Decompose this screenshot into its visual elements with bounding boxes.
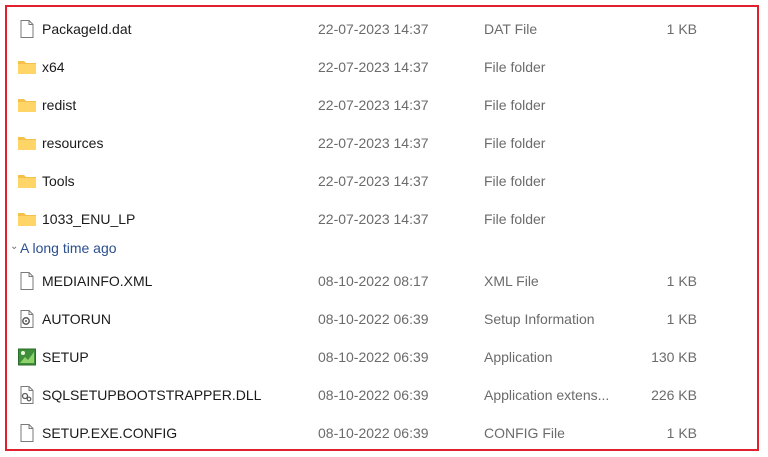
file-size: 1 KB bbox=[666, 21, 697, 37]
file-date: 22-07-2023 14:37 bbox=[318, 211, 429, 227]
file-name: SQLSETUPBOOTSTRAPPER.DLL bbox=[42, 387, 262, 403]
file-name: PackageId.dat bbox=[42, 21, 132, 37]
file-size: 1 KB bbox=[666, 273, 697, 289]
file-date: 22-07-2023 14:37 bbox=[318, 59, 429, 75]
file-name: resources bbox=[42, 135, 104, 151]
group-header[interactable]: ⌄ A long time ago bbox=[7, 238, 757, 260]
file-name: SETUP bbox=[42, 349, 89, 365]
folder-icon bbox=[17, 133, 37, 153]
file-row[interactable]: SETUP.EXE.CONFIG 08-10-2022 06:39 CONFIG… bbox=[7, 414, 757, 452]
file-type: Application bbox=[484, 349, 553, 365]
setup-info-icon bbox=[17, 309, 37, 329]
file-date: 08-10-2022 06:39 bbox=[318, 387, 429, 403]
group-header-label: A long time ago bbox=[20, 240, 117, 256]
file-type: File folder bbox=[484, 59, 546, 75]
file-list-frame: PackageId.dat 22-07-2023 14:37 DAT File … bbox=[5, 5, 759, 451]
file-name: redist bbox=[42, 97, 77, 113]
file-row[interactable]: SETUP 08-10-2022 06:39 Application 130 K… bbox=[7, 338, 757, 376]
dll-icon bbox=[17, 385, 37, 405]
file-type: File folder bbox=[484, 211, 546, 227]
file-row[interactable]: SQLSETUPBOOTSTRAPPER.DLL 08-10-2022 06:3… bbox=[7, 376, 757, 414]
file-date: 08-10-2022 06:39 bbox=[318, 311, 429, 327]
folder-icon bbox=[17, 95, 37, 115]
file-date: 22-07-2023 14:37 bbox=[318, 21, 429, 37]
folder-icon bbox=[17, 57, 37, 77]
folder-icon bbox=[17, 171, 37, 191]
file-name: AUTORUN bbox=[42, 311, 111, 327]
file-name: MEDIAINFO.XML bbox=[42, 273, 153, 289]
file-icon bbox=[17, 19, 37, 39]
folder-row[interactable]: x64 22-07-2023 14:37 File folder bbox=[7, 48, 757, 86]
file-name: SETUP.EXE.CONFIG bbox=[42, 425, 178, 441]
file-type: CONFIG File bbox=[484, 425, 565, 441]
folder-row[interactable]: resources 22-07-2023 14:37 File folder bbox=[7, 124, 757, 162]
file-row[interactable]: MEDIAINFO.XML 08-10-2022 08:17 XML File … bbox=[7, 262, 757, 300]
file-type: File folder bbox=[484, 173, 546, 189]
file-date: 22-07-2023 14:37 bbox=[318, 97, 429, 113]
folder-row[interactable]: Tools 22-07-2023 14:37 File folder bbox=[7, 162, 757, 200]
file-name: x64 bbox=[42, 59, 65, 75]
file-type: Application extens... bbox=[484, 387, 610, 403]
file-type: Setup Information bbox=[484, 311, 595, 327]
file-type: DAT File bbox=[484, 21, 538, 37]
file-icon bbox=[17, 423, 37, 443]
file-row[interactable]: AUTORUN 08-10-2022 06:39 Setup Informati… bbox=[7, 300, 757, 338]
file-name: 1033_ENU_LP bbox=[42, 211, 136, 227]
file-type: File folder bbox=[484, 97, 546, 113]
application-icon bbox=[17, 347, 37, 367]
file-name: Tools bbox=[42, 173, 75, 189]
folder-icon bbox=[17, 209, 37, 229]
file-size: 1 KB bbox=[666, 425, 697, 441]
file-date: 08-10-2022 08:17 bbox=[318, 273, 429, 289]
file-date: 08-10-2022 06:39 bbox=[318, 349, 429, 365]
file-type: XML File bbox=[484, 273, 539, 289]
file-date: 08-10-2022 06:39 bbox=[318, 425, 429, 441]
chevron-down-icon[interactable]: ⌄ bbox=[10, 241, 18, 252]
file-icon bbox=[17, 271, 37, 291]
file-size: 226 KB bbox=[651, 387, 697, 403]
folder-row[interactable]: redist 22-07-2023 14:37 File folder bbox=[7, 86, 757, 124]
file-size: 1 KB bbox=[666, 311, 697, 327]
file-date: 22-07-2023 14:37 bbox=[318, 173, 429, 189]
folder-row[interactable]: 1033_ENU_LP 22-07-2023 14:37 File folder bbox=[7, 200, 757, 238]
file-size: 130 KB bbox=[651, 349, 697, 365]
file-row[interactable]: PackageId.dat 22-07-2023 14:37 DAT File … bbox=[7, 10, 757, 48]
file-type: File folder bbox=[484, 135, 546, 151]
file-date: 22-07-2023 14:37 bbox=[318, 135, 429, 151]
